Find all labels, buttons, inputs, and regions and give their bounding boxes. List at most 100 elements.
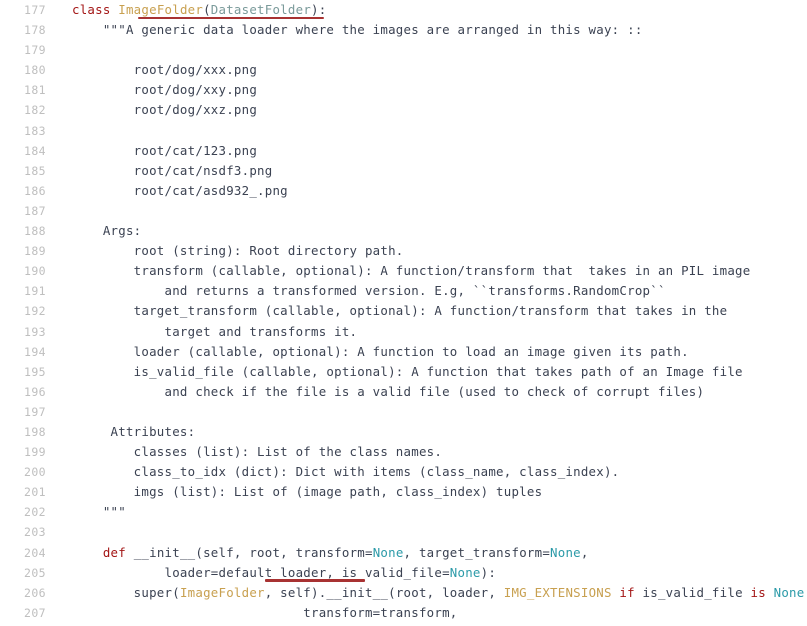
- code-line[interactable]: 194 loader (callable, optional): A funct…: [0, 342, 807, 362]
- code-line[interactable]: 187: [0, 201, 807, 221]
- line-number: 188: [24, 224, 46, 239]
- line-content[interactable]: imgs (list): List of (image path, class_…: [46, 482, 807, 502]
- token-super-call-b: , self).__init__(root, loader,: [264, 584, 504, 600]
- code-line[interactable]: 184 root/cat/123.png: [0, 141, 807, 161]
- line-content[interactable]: target_transform (callable, optional): A…: [46, 301, 807, 321]
- code-line[interactable]: 189 root (string): Root directory path.: [0, 241, 807, 261]
- line-content[interactable]: transform=transform,: [46, 603, 807, 623]
- line-number: 203: [24, 525, 46, 540]
- line-content[interactable]: classes (list): List of the class names.: [46, 442, 807, 462]
- code-line[interactable]: 195 is_valid_file (callable, optional): …: [0, 362, 807, 382]
- token-signature-c: ,: [580, 544, 589, 560]
- code-line[interactable]: 202 """: [0, 502, 807, 522]
- code-line[interactable]: 200 class_to_idx (dict): Dict with items…: [0, 462, 807, 482]
- line-content[interactable]: is_valid_file (callable, optional): A fu…: [46, 362, 807, 382]
- line-number: 207: [24, 605, 46, 620]
- code-viewer[interactable]: 177 class ImageFolder(DatasetFolder): 17…: [0, 0, 807, 626]
- line-number: 183: [24, 123, 46, 138]
- line-number: 178: [24, 23, 46, 38]
- line-content[interactable]: root (string): Root directory path.: [46, 241, 807, 261]
- code-line[interactable]: 196 and check if the file is a valid fil…: [0, 382, 807, 402]
- code-line[interactable]: 201 imgs (list): List of (image path, cl…: [0, 482, 807, 502]
- token-keyword-class: class: [72, 2, 119, 17]
- line-content[interactable]: class ImageFolder(DatasetFolder):: [46, 0, 807, 20]
- code-line[interactable]: 199 classes (list): List of the class na…: [0, 442, 807, 462]
- line-content[interactable]: root/cat/123.png: [46, 141, 807, 161]
- line-content[interactable]: transform (callable, optional): A functi…: [46, 261, 807, 281]
- code-line[interactable]: 181 root/dog/xxy.png: [0, 80, 807, 100]
- code-line[interactable]: 193 target and transforms it.: [0, 322, 807, 342]
- code-line[interactable]: 207 transform=transform,: [0, 603, 807, 623]
- token-keyword-is: is: [742, 584, 774, 600]
- code-line[interactable]: 178 """A generic data loader where the i…: [0, 20, 807, 40]
- token-none-1: None: [372, 544, 404, 560]
- token-paren-close: ):: [311, 2, 327, 17]
- token-none-2: None: [550, 544, 581, 560]
- line-content[interactable]: Attributes:: [46, 422, 807, 442]
- code-line[interactable]: 177 class ImageFolder(DatasetFolder):: [0, 0, 807, 20]
- code-line[interactable]: 183: [0, 121, 807, 141]
- line-content[interactable]: class_to_idx (dict): Dict with items (cl…: [46, 462, 807, 482]
- line-content[interactable]: Args:: [46, 221, 807, 241]
- code-line[interactable]: 203: [0, 522, 807, 542]
- line-content[interactable]: loader (callable, optional): A function …: [46, 342, 807, 362]
- line-number: 193: [24, 324, 46, 339]
- line-number: 202: [24, 505, 46, 520]
- line-content[interactable]: and returns a transformed version. E.g, …: [46, 281, 807, 301]
- line-content[interactable]: """: [46, 502, 807, 522]
- code-line[interactable]: 185 root/cat/nsdf3.png: [0, 161, 807, 181]
- line-number: 192: [24, 304, 46, 319]
- code-line[interactable]: 206 super(ImageFolder, self).__init__(ro…: [0, 583, 807, 603]
- line-number: 195: [24, 364, 46, 379]
- code-line[interactable]: 182 root/dog/xxz.png: [0, 100, 807, 120]
- token-base-class: DatasetFolder: [210, 2, 312, 17]
- line-content[interactable]: super(ImageFolder, self).__init__(root, …: [46, 583, 807, 603]
- line-number: 184: [24, 143, 46, 158]
- line-number: 190: [24, 264, 46, 279]
- code-line[interactable]: 190 transform (callable, optional): A fu…: [0, 261, 807, 281]
- line-number: 199: [24, 445, 46, 460]
- line-content[interactable]: root/dog/xxx.png: [46, 60, 807, 80]
- line-number: 187: [24, 203, 46, 218]
- line-number: 186: [24, 183, 46, 198]
- code-line[interactable]: 191 and returns a transformed version. E…: [0, 281, 807, 301]
- line-number: 180: [24, 63, 46, 78]
- line-content[interactable]: loader=default_loader, is_valid_file=Non…: [46, 563, 807, 583]
- line-number: 201: [24, 485, 46, 500]
- token-signature-a: __init__(self, root, transform=: [125, 544, 373, 560]
- line-number: 181: [24, 83, 46, 98]
- line-content[interactable]: root/dog/xxz.png: [46, 100, 807, 120]
- line-number: 185: [24, 163, 46, 178]
- token-class-name: ImageFolder: [179, 584, 265, 600]
- code-line[interactable]: 180 root/dog/xxx.png: [0, 60, 807, 80]
- code-line[interactable]: 186 root/cat/asd932_.png: [0, 181, 807, 201]
- code-line[interactable]: 197: [0, 402, 807, 422]
- line-number: 182: [24, 103, 46, 118]
- line-content[interactable]: root/cat/asd932_.png: [46, 181, 807, 201]
- red-underline-annotation-imagefolder: [138, 16, 324, 20]
- code-line[interactable]: 179: [0, 40, 807, 60]
- line-number: 205: [24, 565, 46, 580]
- line-content[interactable]: root/dog/xxy.png: [46, 80, 807, 100]
- code-line[interactable]: 188 Args:: [0, 221, 807, 241]
- line-content[interactable]: root/cat/nsdf3.png: [46, 161, 807, 181]
- line-content[interactable]: and check if the file is a valid file (u…: [46, 382, 807, 402]
- line-number: 189: [24, 244, 46, 259]
- line-content[interactable]: def __init__(self, root, transform=None,…: [46, 543, 807, 563]
- code-line[interactable]: 205 loader=default_loader, is_valid_file…: [0, 563, 807, 583]
- line-number: 196: [24, 384, 46, 399]
- token-constant-img-extensions: IMG_EXTENSIONS: [503, 584, 612, 600]
- line-content[interactable]: """A generic data loader where the image…: [46, 20, 807, 40]
- line-number: 179: [24, 43, 46, 58]
- line-number: 204: [24, 545, 46, 560]
- token-keyword-if: if: [611, 584, 643, 600]
- code-line[interactable]: 204 def __init__(self, root, transform=N…: [0, 543, 807, 563]
- line-number: 206: [24, 585, 46, 600]
- token-super-call-a: super(: [72, 584, 180, 600]
- code-line[interactable]: 192 target_transform (callable, optional…: [0, 301, 807, 321]
- token-paren-open: (: [203, 2, 211, 17]
- code-line[interactable]: 198 Attributes:: [0, 422, 807, 442]
- line-content[interactable]: target and transforms it.: [46, 322, 807, 342]
- line-number: 177: [24, 3, 46, 17]
